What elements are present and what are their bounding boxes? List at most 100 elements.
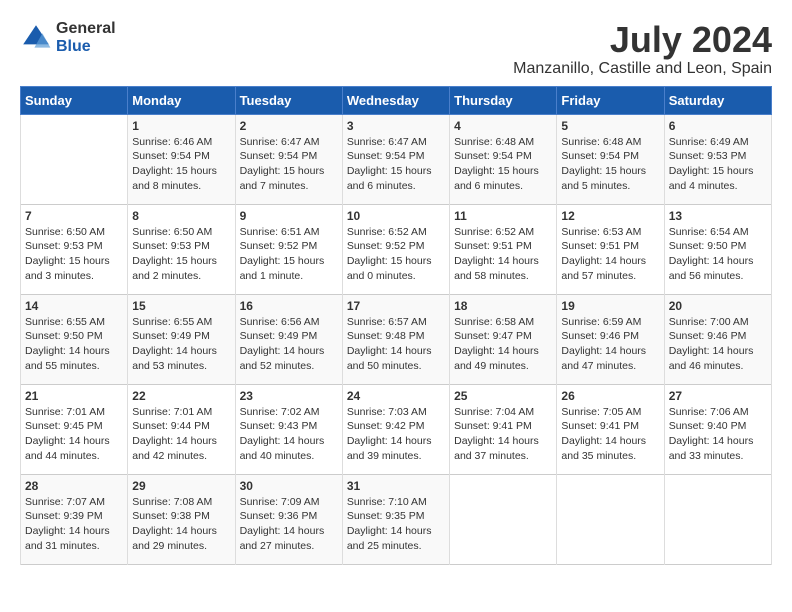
- day-number: 24: [347, 389, 445, 403]
- day-number: 11: [454, 209, 552, 223]
- calendar-cell: 31 Sunrise: 7:10 AMSunset: 9:35 PMDayligh…: [342, 474, 449, 564]
- day-info: Sunrise: 7:04 AMSunset: 9:41 PMDaylight:…: [454, 405, 552, 464]
- logo-text: General Blue: [56, 20, 116, 56]
- header-monday: Monday: [128, 86, 235, 114]
- calendar-cell: 21 Sunrise: 7:01 AMSunset: 9:45 PMDayligh…: [21, 384, 128, 474]
- day-info: Sunrise: 6:55 AMSunset: 9:49 PMDaylight:…: [132, 315, 230, 374]
- day-number: 31: [347, 479, 445, 493]
- calendar-week-3: 14 Sunrise: 6:55 AMSunset: 9:50 PMDayligh…: [21, 294, 772, 384]
- day-number: 2: [240, 119, 338, 133]
- day-info: Sunrise: 6:57 AMSunset: 9:48 PMDaylight:…: [347, 315, 445, 374]
- header-sunday: Sunday: [21, 86, 128, 114]
- day-info: Sunrise: 6:58 AMSunset: 9:47 PMDaylight:…: [454, 315, 552, 374]
- day-number: 9: [240, 209, 338, 223]
- calendar-cell: 27 Sunrise: 7:06 AMSunset: 9:40 PMDayligh…: [664, 384, 771, 474]
- day-info: Sunrise: 6:46 AMSunset: 9:54 PMDaylight:…: [132, 135, 230, 194]
- header-wednesday: Wednesday: [342, 86, 449, 114]
- location-title: Manzanillo, Castille and Leon, Spain: [513, 60, 772, 78]
- page-container: General Blue July 2024 Manzanillo, Casti…: [0, 0, 792, 575]
- calendar-cell: 23 Sunrise: 7:02 AMSunset: 9:43 PMDayligh…: [235, 384, 342, 474]
- day-number: 26: [561, 389, 659, 403]
- day-info: Sunrise: 6:53 AMSunset: 9:51 PMDaylight:…: [561, 225, 659, 284]
- day-number: 8: [132, 209, 230, 223]
- day-number: 22: [132, 389, 230, 403]
- calendar-cell: [557, 474, 664, 564]
- calendar-cell: [21, 114, 128, 204]
- calendar-cell: 18Sunrise: 6:58 AMSunset: 9:47 PMDayligh…: [450, 294, 557, 384]
- day-info: Sunrise: 6:52 AMSunset: 9:51 PMDaylight:…: [454, 225, 552, 284]
- day-number: 27: [669, 389, 767, 403]
- day-info: Sunrise: 6:48 AMSunset: 9:54 PMDaylight:…: [561, 135, 659, 194]
- header-thursday: Thursday: [450, 86, 557, 114]
- calendar-cell: 30 Sunrise: 7:09 AMSunset: 9:36 PMDayligh…: [235, 474, 342, 564]
- day-number: 7: [25, 209, 123, 223]
- calendar-week-1: 1 Sunrise: 6:46 AMSunset: 9:54 PMDaylight…: [21, 114, 772, 204]
- day-info: Sunrise: 6:47 AMSunset: 9:54 PMDaylight:…: [347, 135, 445, 194]
- day-info: Sunrise: 7:08 AMSunset: 9:38 PMDaylight:…: [132, 495, 230, 554]
- calendar-cell: 19 Sunrise: 6:59 AMSunset: 9:46 PMDayligh…: [557, 294, 664, 384]
- day-number: 1: [132, 119, 230, 133]
- day-number: 19: [561, 299, 659, 313]
- header: General Blue July 2024 Manzanillo, Casti…: [20, 20, 772, 78]
- calendar-cell: 7Sunrise: 6:50 AMSunset: 9:53 PMDaylight…: [21, 204, 128, 294]
- calendar-cell: [450, 474, 557, 564]
- day-info: Sunrise: 7:09 AMSunset: 9:36 PMDaylight:…: [240, 495, 338, 554]
- day-info: Sunrise: 7:00 AMSunset: 9:46 PMDaylight:…: [669, 315, 767, 374]
- day-info: Sunrise: 7:02 AMSunset: 9:43 PMDaylight:…: [240, 405, 338, 464]
- calendar-cell: 12 Sunrise: 6:53 AMSunset: 9:51 PMDayligh…: [557, 204, 664, 294]
- calendar-cell: 14 Sunrise: 6:55 AMSunset: 9:50 PMDayligh…: [21, 294, 128, 384]
- calendar-cell: 1 Sunrise: 6:46 AMSunset: 9:54 PMDaylight…: [128, 114, 235, 204]
- calendar-cell: 16 Sunrise: 6:56 AMSunset: 9:49 PMDayligh…: [235, 294, 342, 384]
- day-info: Sunrise: 6:59 AMSunset: 9:46 PMDaylight:…: [561, 315, 659, 374]
- calendar-cell: 8Sunrise: 6:50 AMSunset: 9:53 PMDaylight…: [128, 204, 235, 294]
- calendar-cell: 15Sunrise: 6:55 AMSunset: 9:49 PMDayligh…: [128, 294, 235, 384]
- day-number: 17: [347, 299, 445, 313]
- calendar-cell: 3 Sunrise: 6:47 AMSunset: 9:54 PMDaylight…: [342, 114, 449, 204]
- calendar-cell: 24 Sunrise: 7:03 AMSunset: 9:42 PMDayligh…: [342, 384, 449, 474]
- day-info: Sunrise: 7:01 AMSunset: 9:44 PMDaylight:…: [132, 405, 230, 464]
- day-number: 20: [669, 299, 767, 313]
- day-info: Sunrise: 6:56 AMSunset: 9:49 PMDaylight:…: [240, 315, 338, 374]
- calendar-cell: 6 Sunrise: 6:49 AMSunset: 9:53 PMDaylight…: [664, 114, 771, 204]
- day-info: Sunrise: 6:54 AMSunset: 9:50 PMDaylight:…: [669, 225, 767, 284]
- calendar-cell: 2 Sunrise: 6:47 AMSunset: 9:54 PMDaylight…: [235, 114, 342, 204]
- calendar-week-5: 28Sunrise: 7:07 AMSunset: 9:39 PMDayligh…: [21, 474, 772, 564]
- header-tuesday: Tuesday: [235, 86, 342, 114]
- calendar-cell: 26Sunrise: 7:05 AMSunset: 9:41 PMDayligh…: [557, 384, 664, 474]
- day-info: Sunrise: 7:06 AMSunset: 9:40 PMDaylight:…: [669, 405, 767, 464]
- day-info: Sunrise: 6:49 AMSunset: 9:53 PMDaylight:…: [669, 135, 767, 194]
- calendar-cell: 9Sunrise: 6:51 AMSunset: 9:52 PMDaylight…: [235, 204, 342, 294]
- day-info: Sunrise: 7:03 AMSunset: 9:42 PMDaylight:…: [347, 405, 445, 464]
- day-number: 28: [25, 479, 123, 493]
- day-number: 13: [669, 209, 767, 223]
- day-number: 10: [347, 209, 445, 223]
- title-section: July 2024 Manzanillo, Castille and Leon,…: [513, 20, 772, 78]
- calendar-cell: 25Sunrise: 7:04 AMSunset: 9:41 PMDayligh…: [450, 384, 557, 474]
- day-info: Sunrise: 7:10 AMSunset: 9:35 PMDaylight:…: [347, 495, 445, 554]
- day-number: 4: [454, 119, 552, 133]
- day-number: 21: [25, 389, 123, 403]
- calendar-week-4: 21 Sunrise: 7:01 AMSunset: 9:45 PMDayligh…: [21, 384, 772, 474]
- day-info: Sunrise: 6:47 AMSunset: 9:54 PMDaylight:…: [240, 135, 338, 194]
- calendar-cell: 20 Sunrise: 7:00 AMSunset: 9:46 PMDayligh…: [664, 294, 771, 384]
- calendar-cell: 5Sunrise: 6:48 AMSunset: 9:54 PMDaylight…: [557, 114, 664, 204]
- calendar-table: SundayMondayTuesdayWednesdayThursdayFrid…: [20, 86, 772, 565]
- calendar-header-row: SundayMondayTuesdayWednesdayThursdayFrid…: [21, 86, 772, 114]
- day-number: 6: [669, 119, 767, 133]
- day-info: Sunrise: 6:55 AMSunset: 9:50 PMDaylight:…: [25, 315, 123, 374]
- day-info: Sunrise: 7:01 AMSunset: 9:45 PMDaylight:…: [25, 405, 123, 464]
- day-info: Sunrise: 6:52 AMSunset: 9:52 PMDaylight:…: [347, 225, 445, 284]
- day-number: 23: [240, 389, 338, 403]
- day-number: 3: [347, 119, 445, 133]
- calendar-cell: 29Sunrise: 7:08 AMSunset: 9:38 PMDayligh…: [128, 474, 235, 564]
- header-friday: Friday: [557, 86, 664, 114]
- day-number: 12: [561, 209, 659, 223]
- calendar-cell: 28Sunrise: 7:07 AMSunset: 9:39 PMDayligh…: [21, 474, 128, 564]
- day-number: 14: [25, 299, 123, 313]
- calendar-cell: 22 Sunrise: 7:01 AMSunset: 9:44 PMDayligh…: [128, 384, 235, 474]
- calendar-week-2: 7Sunrise: 6:50 AMSunset: 9:53 PMDaylight…: [21, 204, 772, 294]
- calendar-cell: 13 Sunrise: 6:54 AMSunset: 9:50 PMDayligh…: [664, 204, 771, 294]
- day-number: 16: [240, 299, 338, 313]
- calendar-cell: 11 Sunrise: 6:52 AMSunset: 9:51 PMDayligh…: [450, 204, 557, 294]
- day-number: 30: [240, 479, 338, 493]
